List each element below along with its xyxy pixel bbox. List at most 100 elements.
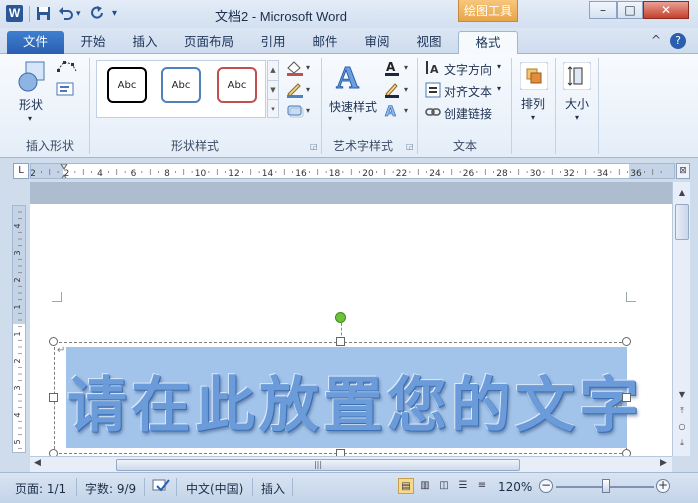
horizontal-scroll-thumb[interactable]: ||| xyxy=(116,459,520,471)
arrange-dropdown-icon[interactable]: ▾ xyxy=(531,113,535,122)
gallery-more-icon[interactable]: ▾ xyxy=(268,99,278,117)
redo-icon[interactable] xyxy=(90,6,105,22)
tab-home[interactable]: 开始 xyxy=(72,31,114,54)
shapes-dropdown-icon[interactable]: ▾ xyxy=(28,114,32,123)
align-text-dropdown-icon[interactable]: ▾ xyxy=(497,84,501,93)
resize-handle-top-left[interactable] xyxy=(49,337,58,346)
create-link-icon[interactable] xyxy=(425,104,441,123)
undo-icon[interactable] xyxy=(58,6,74,22)
shape-style-blue[interactable]: Abc xyxy=(161,67,201,103)
status-word-count[interactable]: 字数: 9/9 xyxy=(85,480,136,497)
quick-styles-dropdown-icon[interactable]: ▾ xyxy=(348,114,352,123)
minimize-ribbon-icon[interactable]: ^ xyxy=(651,33,661,47)
shape-effects-icon[interactable]: ▾ xyxy=(285,103,313,122)
arrange-icon[interactable] xyxy=(519,61,549,93)
quick-styles-icon[interactable]: A xyxy=(334,58,368,97)
vertical-ruler[interactable]: 4 3 2 1 1 2 3 4 5 xyxy=(12,205,26,453)
shapes-icon[interactable] xyxy=(16,60,48,97)
align-text-label[interactable]: 对齐文本 xyxy=(444,83,492,100)
shapes-label[interactable]: 形状 xyxy=(19,96,43,113)
text-direction-label[interactable]: 文字方向 xyxy=(444,61,492,78)
text-fill-icon[interactable]: A ▾ xyxy=(383,60,411,79)
scroll-left-icon[interactable]: ◀ xyxy=(34,458,41,468)
gallery-scroll[interactable]: ▲ ▼ ▾ xyxy=(267,60,279,118)
tab-page-layout[interactable]: 页面布局 xyxy=(176,31,242,54)
status-separator xyxy=(252,478,253,496)
wordart-textbox[interactable]: ↵ 请在此放置您的文字 ↵ xyxy=(54,342,639,454)
size-label[interactable]: 大小 xyxy=(565,95,589,112)
shape-fill-icon[interactable]: ▾ xyxy=(285,60,313,79)
maximize-button[interactable]: □ xyxy=(617,1,643,19)
tab-format[interactable]: 格式 xyxy=(458,31,518,54)
tab-file[interactable]: 文件 xyxy=(7,31,64,54)
web-layout-icon[interactable]: ◫ xyxy=(436,478,452,494)
save-icon[interactable] xyxy=(36,6,51,22)
wordart-text[interactable]: 请在此放置您的文字 xyxy=(67,357,639,444)
scroll-right-icon[interactable]: ▶ xyxy=(660,458,667,468)
resize-handle-left[interactable] xyxy=(49,393,58,402)
text-outline-icon[interactable]: ▾ xyxy=(383,82,411,101)
shape-style-red[interactable]: Abc xyxy=(217,67,257,103)
horizontal-scrollbar[interactable]: ◀ ||| ▶ xyxy=(30,456,672,472)
select-browse-object-icon[interactable]: ○ xyxy=(675,420,689,434)
arrange-label[interactable]: 排列 xyxy=(521,95,545,112)
group-label-insert-shapes: 插入形状 xyxy=(25,139,74,153)
gallery-down-icon[interactable]: ▼ xyxy=(268,80,278,99)
resize-handle-top[interactable] xyxy=(336,337,345,346)
tab-view[interactable]: 视图 xyxy=(408,31,450,54)
resize-handle-right[interactable] xyxy=(622,393,631,402)
customize-qat-icon[interactable]: ▾ xyxy=(112,6,117,22)
size-icon[interactable] xyxy=(562,61,592,93)
draw-textbox-icon[interactable] xyxy=(56,82,78,99)
status-language[interactable]: 中文(中国) xyxy=(186,480,243,497)
close-button[interactable]: ✕ xyxy=(643,1,689,19)
horizontal-ruler[interactable]: 224681012141618202224262830323436 xyxy=(30,163,675,179)
text-direction-dropdown-icon[interactable]: ▾ xyxy=(497,62,501,71)
zoom-slider-thumb[interactable] xyxy=(602,479,610,493)
tab-selector-button[interactable]: L xyxy=(13,163,29,179)
next-page-icon[interactable]: ⤓ xyxy=(675,436,689,450)
zoom-in-button[interactable]: + xyxy=(656,479,670,493)
shape-outline-icon[interactable]: ▾ xyxy=(285,82,313,101)
tab-references[interactable]: 引用 xyxy=(252,31,294,54)
page[interactable]: ↵ 请在此放置您的文字 ↵ xyxy=(30,204,672,458)
gallery-up-icon[interactable]: ▲ xyxy=(268,61,278,80)
create-link-label[interactable]: 创建链接 xyxy=(444,105,492,122)
edit-shape-icon[interactable] xyxy=(56,60,78,77)
shape-styles-launcher-icon[interactable]: ◲ xyxy=(310,142,318,151)
tab-review[interactable]: 审阅 xyxy=(356,31,398,54)
wordart-launcher-icon[interactable]: ◲ xyxy=(406,142,414,151)
vertical-scrollbar[interactable]: ▲ ▼ ⤒ ○ ⤓ xyxy=(672,182,690,456)
proofing-icon[interactable] xyxy=(151,477,171,496)
help-icon[interactable]: ? xyxy=(670,33,686,49)
rotation-handle[interactable] xyxy=(335,312,346,323)
text-effects-icon[interactable]: A ▾ xyxy=(383,103,411,122)
zoom-level[interactable]: 120% xyxy=(498,480,532,494)
size-dropdown-icon[interactable]: ▾ xyxy=(575,113,579,122)
text-direction-icon[interactable]: A xyxy=(425,60,441,79)
align-text-icon[interactable] xyxy=(425,82,441,101)
svg-text:▾: ▾ xyxy=(404,63,408,72)
print-layout-view-icon[interactable]: ▤ xyxy=(398,478,414,494)
minimize-button[interactable]: – xyxy=(589,1,617,19)
ruler-mark: 26 xyxy=(463,169,475,179)
zoom-out-button[interactable]: − xyxy=(539,479,553,493)
ruler-mark: 2 xyxy=(13,277,22,282)
view-ruler-icon[interactable]: ⊠ xyxy=(676,163,690,179)
word-app-icon[interactable]: W xyxy=(6,5,23,22)
undo-dropdown-icon[interactable]: ▾ xyxy=(76,6,81,22)
quick-styles-label[interactable]: 快速样式 xyxy=(329,98,377,115)
outline-view-icon[interactable]: ☰ xyxy=(455,478,471,494)
resize-handle-top-right[interactable] xyxy=(622,337,631,346)
vertical-scroll-thumb[interactable] xyxy=(675,204,689,240)
tab-mailings[interactable]: 邮件 xyxy=(304,31,346,54)
tab-insert[interactable]: 插入 xyxy=(124,31,166,54)
scroll-up-icon[interactable]: ▲ xyxy=(675,186,689,200)
status-page-count[interactable]: 页面: 1/1 xyxy=(15,480,66,497)
status-insert-mode[interactable]: 插入 xyxy=(261,480,285,497)
previous-page-icon[interactable]: ⤒ xyxy=(675,404,689,418)
full-screen-reading-icon[interactable]: ▥ xyxy=(417,478,433,494)
scroll-down-icon[interactable]: ▼ xyxy=(675,388,689,402)
draft-view-icon[interactable]: ≡ xyxy=(474,478,490,494)
shape-style-black[interactable]: Abc xyxy=(107,67,147,103)
